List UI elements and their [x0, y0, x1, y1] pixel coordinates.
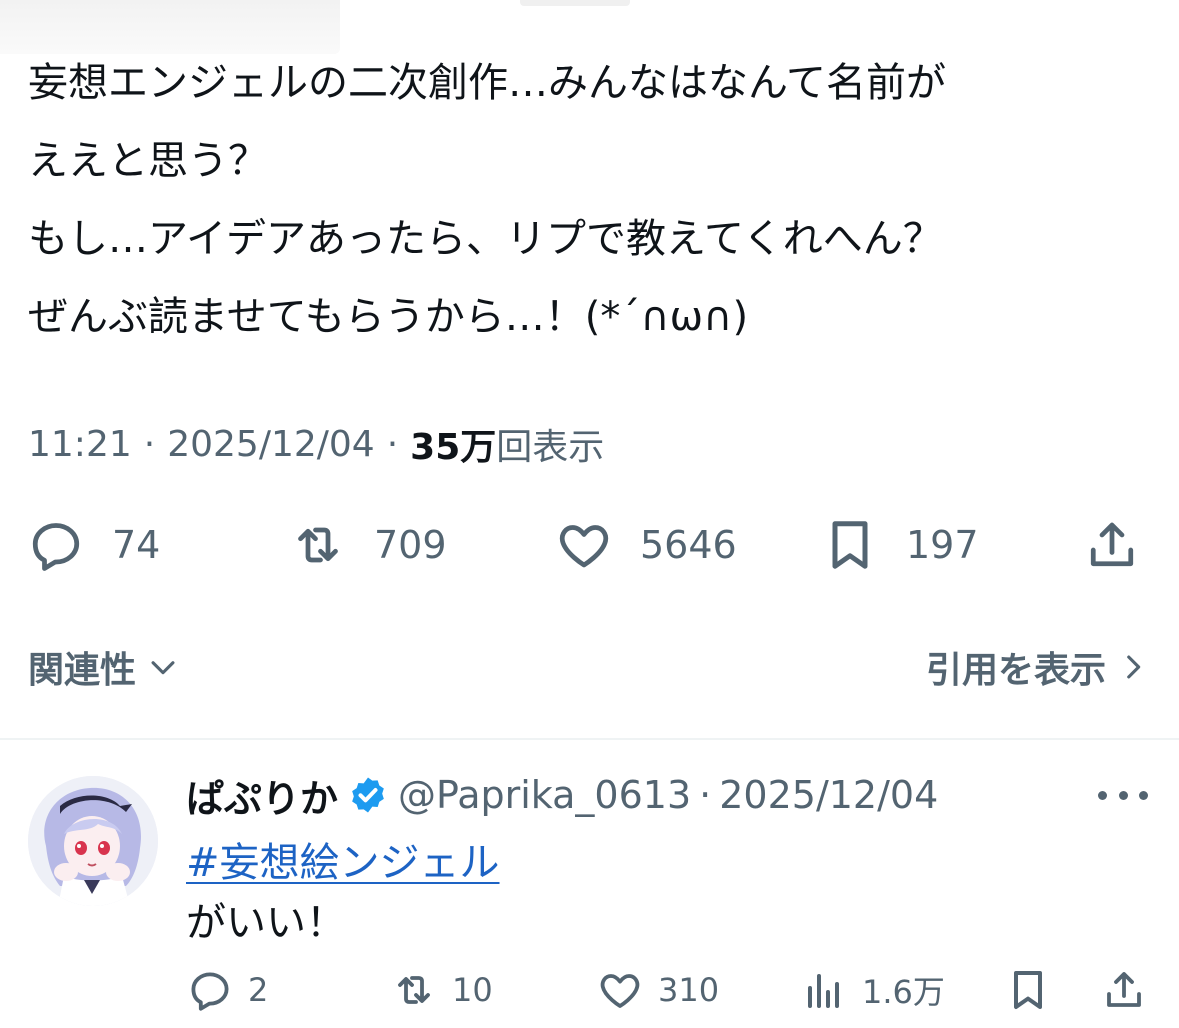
retweet-button[interactable]: 709 — [288, 505, 447, 585]
avatar-illustration — [28, 776, 158, 906]
sort-label: 関連性 — [28, 650, 137, 691]
bookmark-count: 197 — [906, 523, 979, 567]
views-button[interactable]: 1.6万 — [800, 960, 945, 1020]
views-count: 1.6万 — [862, 973, 945, 1011]
reply-text: がいい！ — [186, 900, 346, 946]
bookmark-icon — [1014, 971, 1042, 1009]
avatar[interactable] — [28, 776, 158, 906]
tweet-action-bar: 74 709 5646 197 — [0, 505, 1179, 585]
previous-content-fade — [520, 0, 630, 6]
more-options-button[interactable] — [1098, 780, 1148, 810]
reply-action-bar: 2 10 310 1.6万 — [0, 960, 1179, 1020]
retweet-icon — [298, 527, 338, 563]
analytics-icon — [808, 974, 839, 1008]
tweet-meta: 11:21 · 2025/12/04 · 35万 回表示 — [28, 418, 604, 470]
quotes-label: 引用を表示 — [925, 650, 1106, 691]
more-dot — [1118, 790, 1128, 800]
heart-icon — [600, 974, 640, 1008]
chevron-right-icon — [1127, 655, 1141, 679]
share-button[interactable] — [1082, 505, 1142, 585]
share-icon — [1090, 522, 1134, 567]
meta-separator: · — [386, 423, 399, 465]
tweet-time[interactable]: 11:21 — [28, 424, 132, 465]
reply-tweet[interactable]: ぱぷりか @Paprika_0613 · 2025/12/04 #妄想絵ンジェル… — [0, 740, 1179, 1028]
like-button[interactable]: 310 — [596, 960, 719, 1020]
reply-count: 74 — [112, 523, 161, 567]
more-dot — [1098, 790, 1107, 800]
retweet-count: 10 — [452, 971, 493, 1009]
tweet-text-line: ぜんぶ読ませてもらうから…！(*´∩ω∩) — [28, 294, 749, 340]
bookmark-icon — [832, 521, 868, 569]
share-button[interactable] — [1100, 960, 1148, 1020]
hashtag-link[interactable]: #妄想絵ンジェル — [186, 830, 500, 888]
like-count: 310 — [658, 971, 720, 1009]
bookmark-button[interactable] — [1004, 960, 1052, 1020]
conversation-controls: 関連性 引用を表示 — [28, 640, 1150, 694]
like-button[interactable]: 5646 — [554, 505, 737, 585]
tweet-text: 妄想エンジェルの二次創作…みんなはなんて名前が ええと思う？ もし…アイデアあっ… — [28, 44, 1148, 356]
views-label: 回表示 — [496, 427, 605, 468]
meta-separator: · — [143, 423, 156, 465]
retweet-icon — [398, 976, 430, 1004]
reply-date[interactable]: 2025/12/04 — [719, 773, 938, 817]
meta-separator: · — [699, 773, 712, 817]
share-icon — [1107, 972, 1141, 1007]
reply-button[interactable]: 74 — [26, 505, 160, 585]
reply-author-name[interactable]: ぱぷりか — [186, 768, 338, 823]
heart-icon — [559, 525, 609, 568]
tweet-text-line: 妄想エンジェルの二次創作…みんなはなんて名前が — [28, 60, 946, 106]
views-count: 35万 — [410, 427, 497, 468]
reply-button[interactable]: 2 — [186, 960, 268, 1020]
like-count: 5646 — [640, 523, 737, 567]
reply-icon — [191, 972, 229, 1011]
view-quotes-link[interactable]: 引用を表示 — [926, 641, 1150, 693]
reply-header: ぱぷりか @Paprika_0613 · 2025/12/04 — [186, 768, 938, 823]
more-dot — [1139, 790, 1148, 800]
tweet-date[interactable]: 2025/12/04 — [167, 424, 375, 465]
retweet-button[interactable]: 10 — [390, 960, 493, 1020]
chevron-down-icon — [151, 661, 175, 675]
verified-badge-icon — [352, 777, 384, 813]
tweet-text-line: もし…アイデアあったら、リプで教えてくれへん？ — [28, 216, 943, 262]
reply-count: 2 — [248, 971, 269, 1009]
reply-author-handle[interactable]: @Paprika_0613 — [398, 773, 691, 817]
retweet-count: 709 — [374, 523, 447, 567]
bookmark-button[interactable]: 197 — [820, 505, 979, 585]
sort-relevance-button[interactable]: 関連性 — [28, 641, 180, 693]
tweet-text-line: ええと思う？ — [28, 138, 268, 184]
reply-icon — [32, 523, 80, 571]
